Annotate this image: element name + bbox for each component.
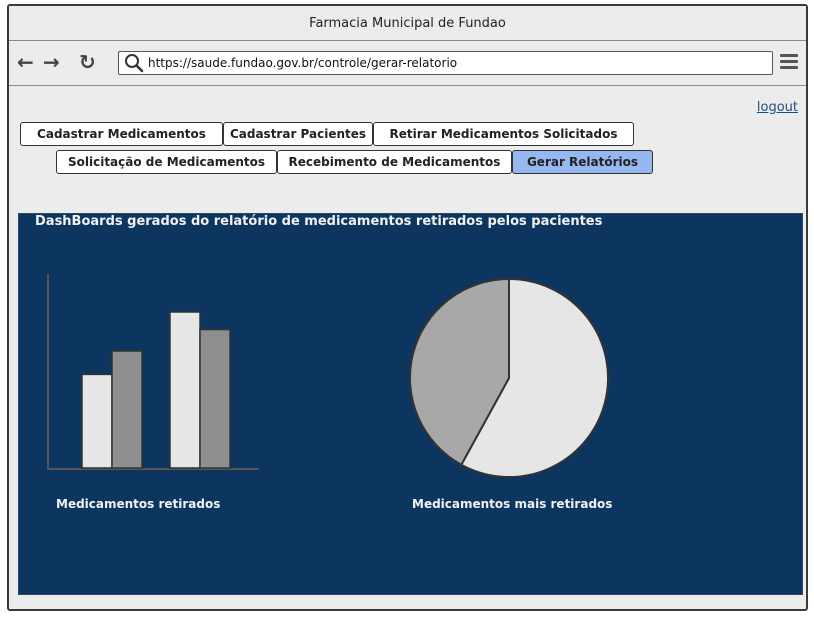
search-icon	[125, 54, 144, 73]
back-arrow-icon[interactable]: ←	[17, 51, 34, 73]
logout-link[interactable]: logout	[757, 100, 798, 115]
address-bar: ← → ↻ https://saude.fundao.gov.br/contro…	[9, 41, 806, 86]
reload-icon[interactable]: ↻	[79, 51, 96, 73]
window-title: Farmacia Municipal de Fundao	[309, 15, 506, 31]
hamburger-menu-icon[interactable]	[780, 54, 798, 70]
bar-chart	[47, 274, 259, 470]
nav-button-gerar-relatorios[interactable]: Gerar Relatórios	[512, 150, 653, 174]
bar-chart-caption: Medicamentos retirados	[56, 497, 221, 511]
bar-1-series-1	[81, 373, 113, 469]
nav-button-cadastrar-medicamentos[interactable]: Cadastrar Medicamentos	[20, 122, 223, 146]
nav-button-retirar-medicamentos[interactable]: Retirar Medicamentos Solicitados	[373, 122, 634, 146]
forward-arrow-icon[interactable]: →	[43, 51, 60, 73]
bar-1-series-2	[111, 350, 143, 469]
nav-button-cadastrar-pacientes[interactable]: Cadastrar Pacientes	[223, 122, 373, 146]
dashboard-panel: DashBoards gerados do relatório de medic…	[18, 213, 803, 595]
bar-2-series-1	[169, 311, 201, 469]
dashboard-title: DashBoards gerados do relatório de medic…	[35, 214, 603, 229]
nav-button-solicitacao-medicamentos[interactable]: Solicitação de Medicamentos	[56, 150, 277, 174]
pie-chart	[409, 277, 609, 478]
url-field[interactable]: https://saude.fundao.gov.br/controle/ger…	[118, 51, 773, 75]
pie-chart-caption: Medicamentos mais retirados	[412, 497, 613, 511]
browser-window: Farmacia Municipal de Fundao ← → ↻ https…	[7, 4, 808, 611]
window-title-bar: Farmacia Municipal de Fundao	[9, 6, 806, 41]
nav-button-recebimento-medicamentos[interactable]: Recebimento de Medicamentos	[277, 150, 512, 174]
url-text: https://saude.fundao.gov.br/controle/ger…	[148, 56, 458, 70]
bar-2-series-2	[199, 328, 231, 469]
